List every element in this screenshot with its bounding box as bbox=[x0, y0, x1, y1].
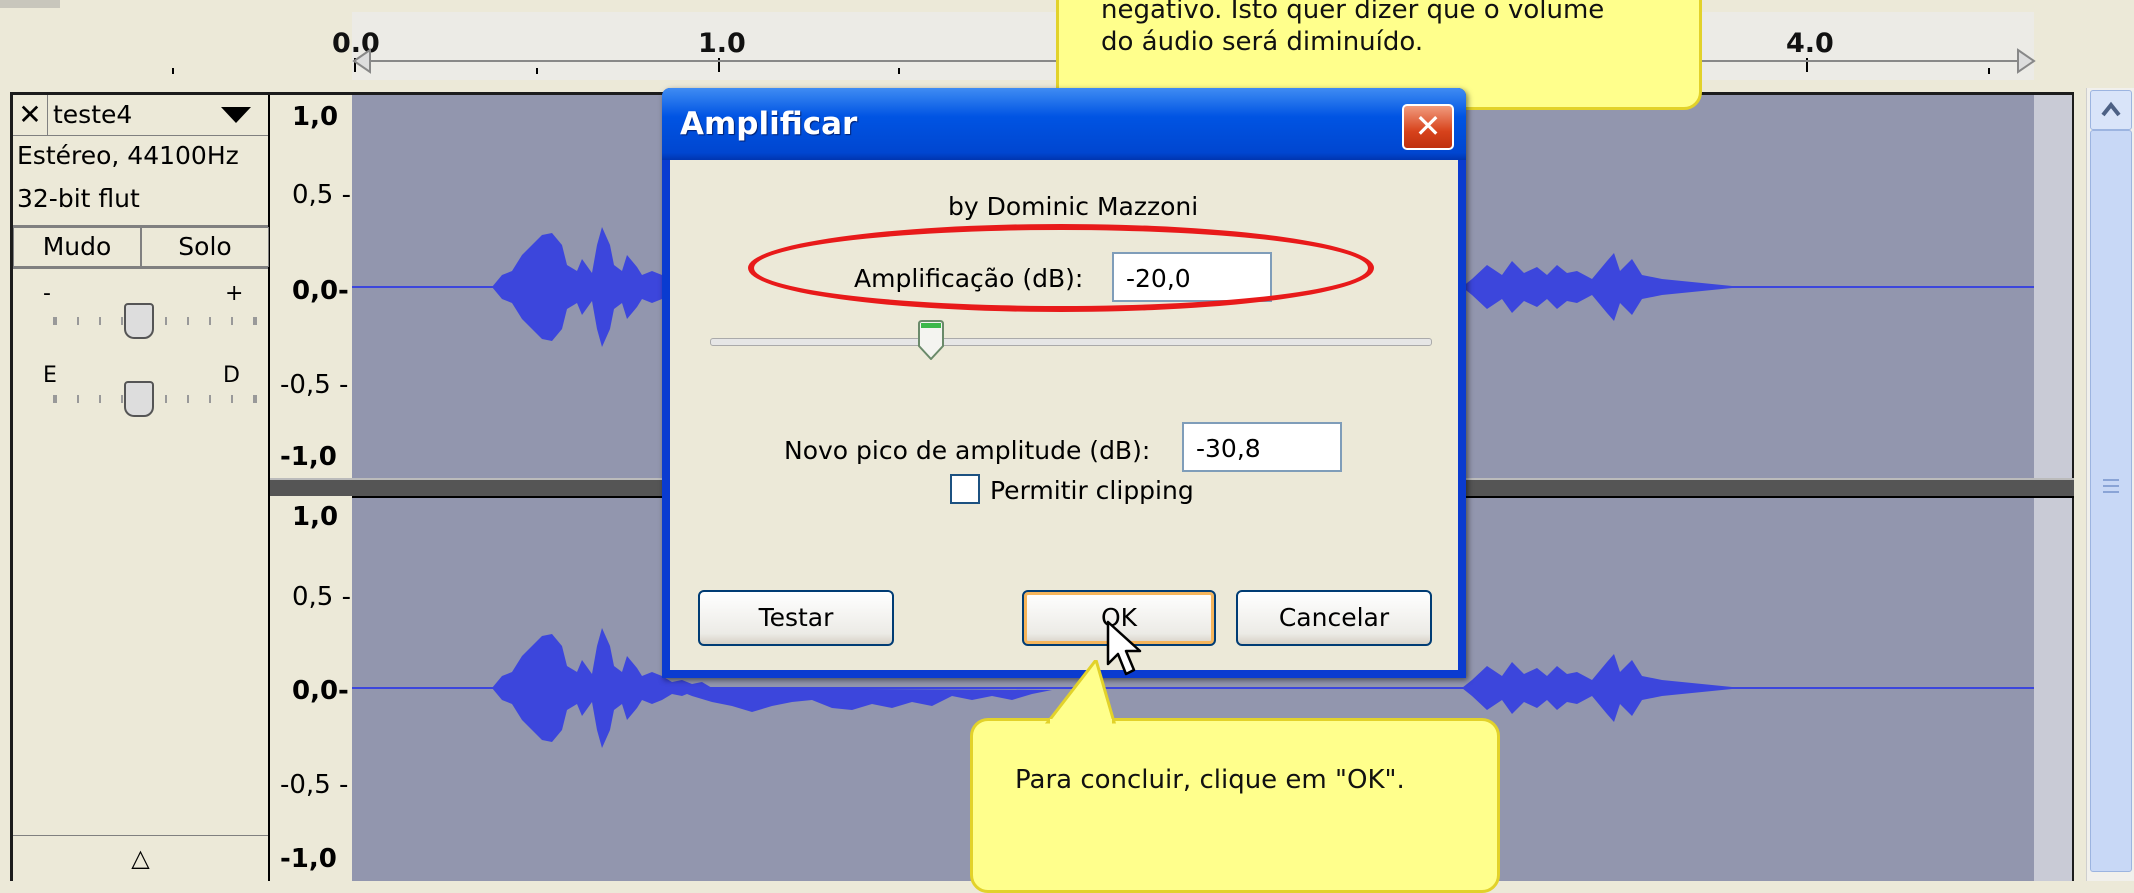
scale-label: -0,5 - bbox=[280, 770, 349, 800]
mouse-cursor-icon bbox=[1106, 620, 1142, 676]
new-peak-input[interactable]: -30,8 bbox=[1182, 422, 1342, 472]
track-close-button[interactable]: ✕ bbox=[13, 95, 48, 135]
track-format-info: Estéreo, 44100Hz bbox=[17, 141, 239, 170]
chevron-up-icon bbox=[2101, 101, 2121, 117]
cancel-button[interactable]: Cancelar bbox=[1236, 590, 1432, 646]
selection-end-arrow-icon[interactable] bbox=[2016, 48, 2036, 74]
selection-start-arrow-icon[interactable] bbox=[352, 48, 372, 74]
track-bit-depth: 32-bit flut bbox=[17, 184, 140, 213]
plugin-author: by Dominic Mazzoni bbox=[948, 192, 1199, 221]
ruler-minor-tick bbox=[536, 68, 538, 74]
ruler-tick-4: 4.0 bbox=[1786, 28, 1834, 59]
scale-label: -1,0 bbox=[280, 844, 337, 874]
scale-label: -0,5 - bbox=[280, 370, 349, 400]
ruler-minor-tick bbox=[172, 68, 174, 74]
tip-text-line2: do áudio será diminuído. bbox=[1101, 27, 1424, 57]
panel-divider bbox=[13, 267, 268, 269]
ruler-minor-tick bbox=[1988, 68, 1990, 74]
ruler-corner bbox=[0, 0, 60, 8]
gain-slider-thumb[interactable] bbox=[124, 303, 154, 339]
gain-slider-track[interactable] bbox=[53, 317, 257, 325]
allow-clipping-checkbox[interactable] bbox=[950, 474, 980, 504]
new-peak-label: Novo pico de amplitude (dB): bbox=[784, 436, 1151, 465]
dialog-titlebar[interactable]: Amplificar ✕ bbox=[662, 88, 1466, 160]
allow-clipping-label[interactable]: Permitir clipping bbox=[990, 476, 1194, 505]
scale-label: 1,0 bbox=[292, 102, 339, 132]
dialog-close-button[interactable]: ✕ bbox=[1402, 104, 1454, 150]
scroll-up-button[interactable] bbox=[2090, 90, 2132, 130]
gain-plus-label: + bbox=[225, 281, 244, 306]
scale-label: 0,5 - bbox=[292, 180, 351, 210]
grip-icon bbox=[2103, 479, 2119, 493]
tip-text-line1: negativo. Isto quer dizer que o volume bbox=[1101, 0, 1605, 25]
track-name-row: ✕ teste4 bbox=[13, 95, 268, 136]
test-button[interactable]: Testar bbox=[698, 590, 894, 646]
ruler-tick-1: 1.0 bbox=[698, 28, 746, 59]
mute-button[interactable]: Mudo bbox=[13, 227, 141, 267]
amplification-slider-track[interactable] bbox=[710, 338, 1432, 346]
track-menu-arrow-icon[interactable] bbox=[221, 107, 251, 123]
track-name[interactable]: teste4 bbox=[53, 95, 132, 135]
waveform-channel-left-end bbox=[2034, 95, 2072, 478]
scale-label: 1,0 bbox=[292, 502, 339, 532]
gain-minus-label: - bbox=[43, 281, 51, 306]
scale-label: 0,0- bbox=[292, 276, 349, 306]
scale-label: -1,0 bbox=[280, 442, 337, 472]
ruler-minor-tick bbox=[898, 68, 900, 74]
pan-left-label: E bbox=[43, 363, 57, 388]
scrollbar-thumb[interactable] bbox=[2090, 130, 2132, 872]
solo-button[interactable]: Solo bbox=[141, 227, 269, 267]
waveform-channel-right-end bbox=[2034, 496, 2072, 881]
pan-slider-track[interactable] bbox=[53, 395, 257, 403]
collapse-track-button[interactable]: △ bbox=[13, 835, 268, 880]
dialog-title: Amplificar bbox=[680, 106, 858, 142]
amplification-slider-thumb[interactable] bbox=[918, 320, 944, 360]
pan-right-label: D bbox=[223, 363, 240, 388]
close-icon: ✕ bbox=[1414, 107, 1442, 145]
scale-label: 0,0- bbox=[292, 676, 349, 706]
tip-text-bottom: Para concluir, clique em "OK". bbox=[1015, 765, 1405, 795]
scale-label: 0,5 - bbox=[292, 582, 351, 612]
track-control-panel[interactable]: ✕ teste4 Estéreo, 44100Hz 32-bit flut Mu… bbox=[13, 95, 270, 881]
tip-callout-bottom: Para concluir, clique em "OK". bbox=[970, 718, 1500, 893]
pan-slider-thumb[interactable] bbox=[124, 381, 154, 417]
highlight-ellipse bbox=[748, 224, 1374, 312]
